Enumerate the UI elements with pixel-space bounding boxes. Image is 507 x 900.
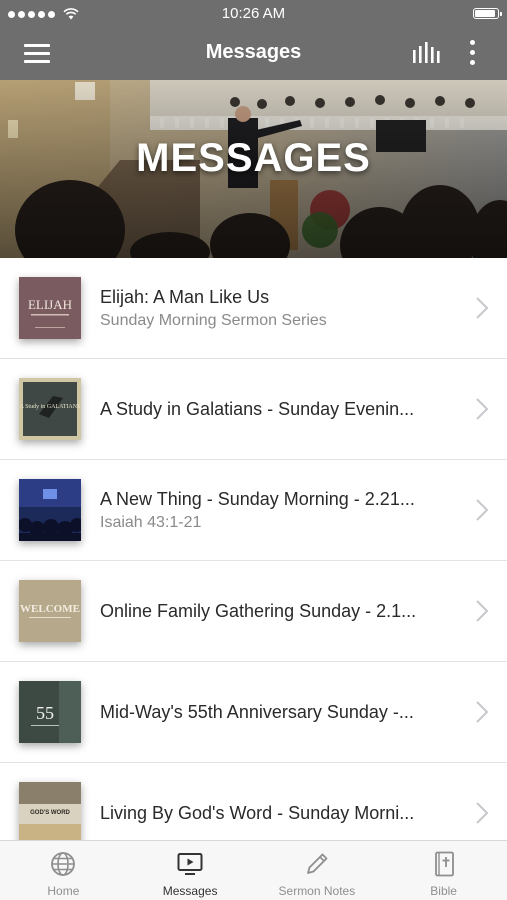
tab-label: Home xyxy=(47,884,80,898)
message-list: ELIJAH Elijah: A Man Like Us Sunday Morn… xyxy=(0,258,507,840)
battery-icon xyxy=(473,8,502,19)
hamburger-menu-icon[interactable] xyxy=(24,41,52,65)
bible-icon xyxy=(434,851,454,877)
message-subtitle: Sunday Morning Sermon Series xyxy=(100,311,327,329)
message-title: A New Thing - Sunday Morning - 2.21... xyxy=(100,488,415,509)
nav-bar: Messages xyxy=(0,28,507,80)
globe-icon xyxy=(51,852,76,876)
message-thumbnail: GOD'S WORD xyxy=(19,782,81,840)
chevron-right-icon xyxy=(476,398,489,420)
status-time: 10:26 AM xyxy=(221,5,286,22)
chevron-right-icon xyxy=(476,297,489,319)
pencil-icon xyxy=(306,853,328,874)
message-thumbnail: A Study in GALATIANS xyxy=(19,378,81,440)
tab-label: Bible xyxy=(430,884,457,898)
thumbnail-text: 55 xyxy=(36,703,54,723)
tab-messages[interactable]: Messages xyxy=(127,841,254,900)
message-row-galatians[interactable]: A Study in GALATIANS A Study in Galatian… xyxy=(0,359,507,460)
chevron-right-icon xyxy=(476,802,489,824)
message-row-anniversary[interactable]: 55 Mid-Way's 55th Anniversary Sunday -..… xyxy=(0,662,507,763)
status-bar: 10:26 AM xyxy=(0,0,507,28)
tab-bar: Home Messages Sermon Notes Bible xyxy=(0,840,507,900)
message-title: Online Family Gathering Sunday - 2.1... xyxy=(100,600,417,621)
thumbnail-text: WELCOME xyxy=(20,603,80,615)
tab-home[interactable]: Home xyxy=(0,841,127,900)
more-options-icon[interactable] xyxy=(467,39,479,67)
message-title: Living By God's Word - Sunday Morni... xyxy=(100,802,415,823)
message-thumbnail: WELCOME xyxy=(19,580,81,642)
hero-title: MESSAGES xyxy=(136,136,371,180)
message-title: A Study in Galatians - Sunday Evenin... xyxy=(100,398,415,419)
thumbnail-text: A Study in GALATIANS xyxy=(20,404,81,410)
message-row-gods-word[interactable]: GOD'S WORD Living By God's Word - Sunday… xyxy=(0,763,507,840)
message-thumbnail: ELIJAH xyxy=(19,277,81,339)
thumbnail-text: ELIJAH xyxy=(28,297,72,312)
message-thumbnail xyxy=(19,479,81,541)
tab-label: Messages xyxy=(162,884,218,898)
tv-icon xyxy=(177,853,203,875)
thumbnail-text: GOD'S WORD xyxy=(30,810,70,816)
message-row-online-family[interactable]: WELCOME Online Family Gathering Sunday -… xyxy=(0,561,507,662)
tab-sermon-notes[interactable]: Sermon Notes xyxy=(254,841,381,900)
message-title: Mid-Way's 55th Anniversary Sunday -... xyxy=(100,701,414,722)
chevron-right-icon xyxy=(476,499,489,521)
message-subtitle: Isaiah 43:1-21 xyxy=(100,513,202,531)
tab-bible[interactable]: Bible xyxy=(380,841,507,900)
hero-banner: MESSAGES xyxy=(0,80,507,258)
chevron-right-icon xyxy=(476,600,489,622)
app-screen: 10:26 AM Messages MESSAGES ELIJAH Elijah… xyxy=(0,0,507,900)
tab-label: Sermon Notes xyxy=(278,884,356,898)
message-thumbnail: 55 xyxy=(19,681,81,743)
audio-bars-icon[interactable] xyxy=(411,41,441,65)
message-row-new-thing[interactable]: A New Thing - Sunday Morning - 2.21... I… xyxy=(0,460,507,561)
message-title: Elijah: A Man Like Us xyxy=(100,286,270,307)
message-row-elijah[interactable]: ELIJAH Elijah: A Man Like Us Sunday Morn… xyxy=(0,258,507,359)
chevron-right-icon xyxy=(476,701,489,723)
